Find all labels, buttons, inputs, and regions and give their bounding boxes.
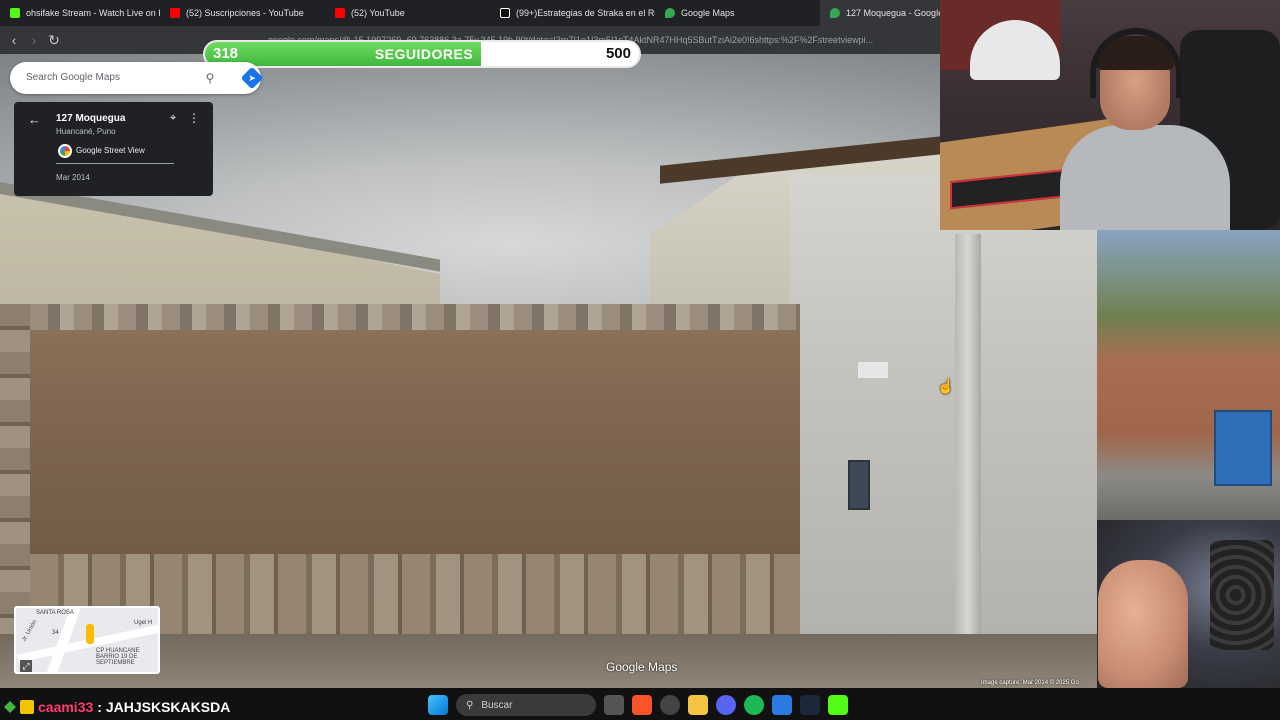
place-subtitle: Huancané, Puno — [56, 127, 116, 136]
chrome-icon[interactable] — [660, 695, 680, 715]
google-maps-logo: Google Maps — [606, 660, 678, 674]
wall-top-stones — [30, 304, 800, 330]
back-arrow-icon[interactable]: ← — [28, 112, 41, 127]
folder-icon[interactable] — [688, 695, 708, 715]
minimap-label: CP HUANCANE BARRIO 19 DE SEPTIEMBRE — [96, 648, 140, 666]
google-logo-icon — [58, 144, 72, 158]
hand-cursor-icon: ☝ — [937, 378, 955, 394]
kick-icon[interactable] — [828, 695, 848, 715]
blue-door — [1214, 410, 1272, 486]
reload-icon[interactable]: ↻ — [44, 30, 64, 50]
chat-message: caami33 : JAHJSKSKAKSDA — [0, 694, 420, 720]
document-icon[interactable] — [772, 695, 792, 715]
tab-tiktok[interactable]: (99+)Estrategias de Straka en el Road — [490, 0, 655, 26]
followers-goal: 500 — [605, 45, 631, 62]
taskbar-search-label: Buscar — [481, 699, 513, 711]
youtube-icon — [170, 8, 180, 18]
chat-text: : JAHJSKSKAKSDA — [97, 699, 231, 715]
tab-kick[interactable]: ohsifake Stream - Watch Live on Kick — [0, 0, 160, 26]
back-icon[interactable]: ‹ — [4, 30, 24, 50]
taskbar-search[interactable]: ⚲ Buscar — [456, 694, 596, 716]
maps-search-box[interactable]: Search Google Maps ⚲ ➤ — [10, 62, 264, 94]
wall-sign — [858, 362, 888, 378]
capture-date[interactable]: Mar 2014 — [56, 173, 90, 182]
headset — [1090, 28, 1182, 98]
minimap-label: Ugel H — [134, 620, 153, 626]
tab-label: ohsifake Stream - Watch Live on Kick — [26, 8, 160, 18]
minimap-label: Jr. Unión — [21, 619, 39, 643]
tab-label: (52) Suscripciones - YouTube — [186, 8, 304, 18]
steam-icon[interactable] — [800, 695, 820, 715]
hand — [1098, 560, 1188, 688]
tab-label: (99+)Estrategias de Straka en el Road — [516, 8, 655, 18]
hoodie — [1060, 125, 1230, 230]
minimap[interactable]: SANTA ROSA Jr. Unión 34 Ugel H CP HUANCA… — [14, 606, 160, 674]
tab-google-maps[interactable]: Google Maps — [655, 0, 820, 26]
pin-icon[interactable]: ⌖ — [170, 112, 176, 125]
location-info-card: ← 127 Moquegua Huancané, Puno ⌖ ⋮ Google… — [14, 102, 213, 196]
kick-icon — [10, 8, 20, 18]
provider-label[interactable]: Google Street View — [76, 146, 145, 155]
tab-label: (52) YouTube — [351, 8, 405, 18]
search-input[interactable]: Search Google Maps — [26, 72, 120, 83]
brave-icon[interactable] — [632, 695, 652, 715]
tab-moquegua[interactable]: 127 Moquegua - Google M — [820, 0, 940, 26]
discord-icon[interactable] — [716, 695, 736, 715]
minimap-road — [39, 608, 83, 672]
cooler-fan — [1210, 540, 1274, 650]
maps-pin-icon — [665, 8, 675, 18]
youtube-icon — [335, 8, 345, 18]
followers-goal-bar: 318 SEGUIDORES 500 — [203, 40, 641, 68]
chat-username: caami33 — [38, 699, 94, 715]
search-icon[interactable]: ⚲ — [202, 70, 218, 86]
meter-box — [848, 460, 870, 510]
search-icon: ⚲ — [466, 699, 474, 711]
expand-icon[interactable]: ⤢ — [20, 660, 32, 672]
divider — [56, 163, 174, 164]
webcam-feed — [940, 0, 1280, 230]
pegman-icon — [86, 624, 94, 644]
white-wall — [790, 174, 1100, 688]
image-capture-credit: Image capture: Mar 2014 © 2025 Go — [981, 680, 1079, 686]
ground — [0, 634, 1100, 688]
tiktok-icon — [500, 8, 510, 18]
directions-icon[interactable]: ➤ — [240, 66, 264, 90]
crown-badge-icon — [20, 700, 34, 714]
tab-label: 127 Moquegua - Google M — [846, 8, 940, 18]
tab-youtube[interactable]: (52) YouTube — [325, 0, 490, 26]
utility-pole — [955, 234, 981, 688]
forward-icon[interactable]: › — [24, 30, 44, 50]
minimap-label: 34 — [52, 630, 59, 636]
windows-taskbar: ⚲ Buscar — [420, 690, 860, 720]
windows-start-icon[interactable] — [428, 695, 448, 715]
task-view-icon[interactable] — [604, 695, 624, 715]
place-title: 127 Moquegua — [56, 113, 126, 124]
maps-pin-icon — [830, 8, 840, 18]
minimap-label: SANTA ROSA — [36, 610, 74, 616]
stream-screen: ohsifake Stream - Watch Live on Kick (52… — [0, 0, 1280, 720]
sub-badge-icon — [4, 701, 16, 713]
more-options-icon[interactable]: ⋮ — [188, 111, 200, 125]
tab-youtube-subs[interactable]: (52) Suscripciones - YouTube — [160, 0, 325, 26]
tab-label: Google Maps — [681, 8, 735, 18]
spotify-icon[interactable] — [744, 695, 764, 715]
followers-label: SEGUIDORES — [374, 46, 474, 62]
